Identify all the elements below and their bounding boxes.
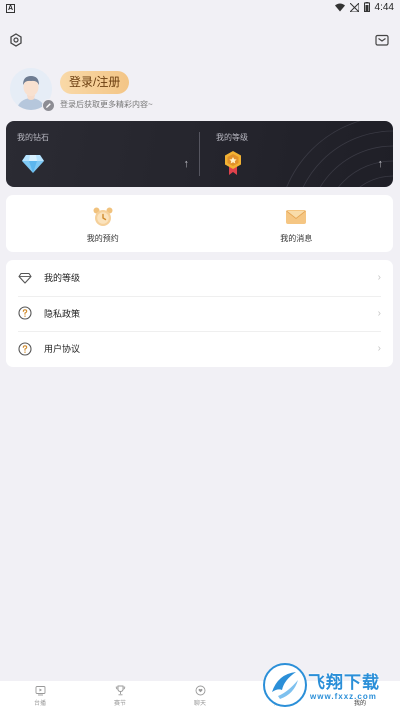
avatar[interactable]	[10, 68, 55, 112]
nav-item-events[interactable]: 赛节	[80, 681, 160, 711]
chevron-right-icon: ›	[377, 307, 381, 319]
notification-badge: A	[6, 3, 15, 13]
nav-item-chat[interactable]: 聊天	[160, 681, 240, 711]
chevron-right-icon: ›	[377, 272, 381, 284]
nav-item-live[interactable]: 台播	[0, 681, 80, 711]
stats-card: 我的钻石 ↑ 我的等级 ↑	[6, 121, 393, 187]
status-left: A	[6, 2, 15, 13]
battery-icon	[363, 2, 370, 12]
no-signal-icon	[349, 2, 359, 12]
level-arrow-icon[interactable]: ↑	[378, 158, 384, 170]
user-agreement-label: 用户协议	[44, 344, 81, 355]
mail-icon[interactable]	[374, 32, 390, 48]
status-bar: A 4:44	[0, 0, 400, 14]
diamond-outline-icon	[18, 271, 32, 285]
level-label: 我的等级	[216, 133, 248, 142]
settings-list: 我的等级 › 隐私政策 › 用户协议 ›	[6, 260, 393, 367]
tv-play-icon	[35, 686, 45, 696]
reservations-label: 我的预约	[86, 234, 119, 243]
diamond-icon	[22, 155, 44, 173]
privacy-policy-label: 隐私政策	[44, 308, 81, 319]
settings-hexagon-icon[interactable]	[8, 32, 24, 48]
edit-avatar-icon[interactable]	[42, 99, 55, 112]
question-circle-icon	[18, 306, 32, 320]
login-subtitle: 登录后获取更多精彩内容~	[60, 100, 153, 109]
status-right: 4:44	[334, 1, 394, 13]
wifi-icon	[334, 3, 345, 11]
login-register-button[interactable]: 登录/注册	[60, 71, 130, 94]
my-reservations[interactable]: 我的预约	[6, 195, 200, 252]
chat-heart-icon	[195, 685, 205, 696]
list-item-privacy-policy[interactable]: 隐私政策 ›	[6, 295, 393, 332]
messages-label: 我的消息	[280, 234, 313, 243]
nav-label-live: 台播	[33, 701, 46, 707]
watermark-logo-icon	[263, 663, 307, 707]
envelope-icon	[286, 210, 307, 224]
trophy-icon	[115, 685, 125, 696]
feature-card: 我的预约 我的消息	[6, 195, 393, 252]
my-level[interactable]: 我的等级 ↑	[200, 121, 393, 187]
diamonds-arrow-icon[interactable]: ↑	[184, 158, 190, 170]
my-messages[interactable]: 我的消息	[200, 195, 394, 252]
nav-label-events: 赛节	[113, 701, 126, 707]
diamonds-label: 我的钻石	[17, 133, 49, 142]
list-item-user-agreement[interactable]: 用户协议 ›	[6, 331, 393, 367]
watermark-url: www.fxxz.com	[310, 692, 377, 701]
alarm-clock-icon	[93, 207, 113, 226]
watermark-title: 飞翔下载	[308, 673, 380, 692]
watermark: 飞翔下载 www.fxxz.com	[262, 662, 398, 708]
chevron-right-icon: ›	[377, 343, 381, 355]
question-circle-icon	[18, 342, 32, 356]
my-diamonds[interactable]: 我的钻石 ↑	[6, 121, 199, 187]
level-medal-icon	[225, 151, 241, 175]
status-time: 4:44	[374, 1, 394, 13]
nav-label-chat: 聊天	[193, 701, 206, 707]
my-level-label: 我的等级	[44, 273, 81, 284]
list-item-my-level[interactable]: 我的等级 ›	[6, 260, 393, 296]
